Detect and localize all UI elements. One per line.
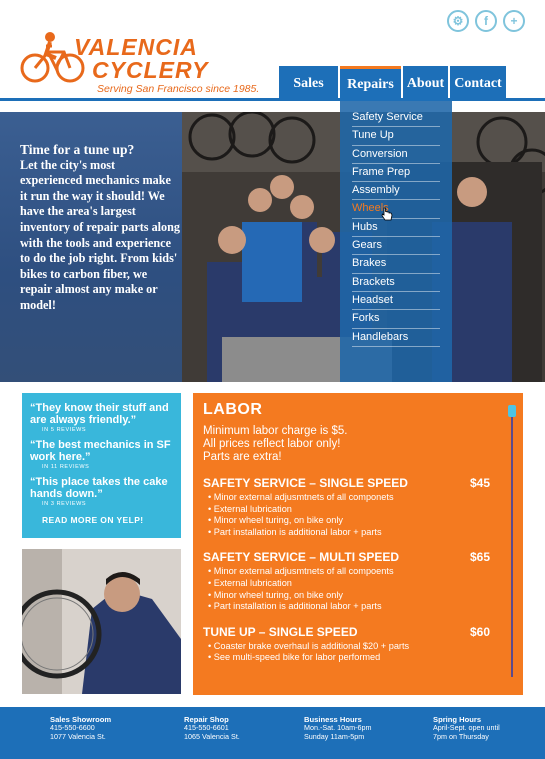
service-name: SAFETY SERVICE – SINGLE SPEED — [203, 476, 408, 490]
dropdown-item-gears[interactable]: Gears — [352, 237, 440, 256]
review-item: “The best mechanics in SF work here.” IN… — [30, 439, 173, 470]
review-quote: “They know their stuff and are always fr… — [30, 402, 169, 426]
dropdown-item-safety-service[interactable]: Safety Service — [352, 109, 440, 128]
nav-tab-sales[interactable]: Sales — [279, 66, 338, 101]
service-price: $60 — [469, 624, 490, 639]
footer-business-hours: Business Hours Mon.-Sat. 10am-6pm Sunday… — [304, 715, 372, 741]
dropdown-item-tune-up[interactable]: Tune Up — [352, 127, 440, 146]
service-item: SAFETY SERVICE – SINGLE SPEED $45 Minor … — [203, 476, 513, 538]
labor-title: LABOR — [203, 401, 263, 418]
service-detail: Coaster brake overhaul is additional $20… — [203, 641, 513, 653]
review-item: “They know their stuff and are always fr… — [30, 402, 173, 433]
dropdown-item-conversion[interactable]: Conversion — [352, 146, 440, 164]
hero-copy: Time for a tune up? Let the city's most … — [20, 142, 180, 314]
dropdown-item-brakes[interactable]: Brakes — [352, 255, 440, 274]
nav-tab-repairs[interactable]: Repairs — [340, 66, 401, 101]
service-item: TUNE UP – SINGLE SPEED $60 Coaster brake… — [203, 625, 513, 664]
footer-line: 1077 Valencia St. — [50, 731, 106, 741]
nav-tab-about[interactable]: About — [403, 66, 448, 101]
labor-scrollbar-thumb[interactable] — [508, 405, 516, 417]
facebook-icon[interactable]: f — [475, 10, 497, 32]
dropdown-item-brackets[interactable]: Brackets — [352, 274, 440, 292]
dropdown-item-hubs[interactable]: Hubs — [352, 219, 440, 238]
hero-body: Let the city's most experienced mechanic… — [20, 157, 181, 312]
service-item: SAFETY SERVICE – MULTI SPEED $65 Minor e… — [203, 550, 513, 612]
review-count: IN 5 REVIEWS — [42, 427, 87, 433]
nav-tab-contact[interactable]: Contact — [450, 66, 506, 101]
logo-tagline: Serving San Francisco since 1985. — [97, 83, 260, 95]
plus-icon[interactable]: + — [503, 10, 525, 32]
dropdown-item-assembly[interactable]: Assembly — [352, 182, 440, 201]
review-item: “This place takes the cake hands down.” … — [30, 476, 173, 507]
review-count: IN 11 REVIEWS — [42, 464, 90, 470]
service-detail: External lubrication — [203, 578, 513, 590]
footer-sales-showroom: Sales Showroom 415-550-6600 1077 Valenci… — [50, 715, 111, 741]
footer-repair-shop: Repair Shop 415-550-6601 1065 Valencia S… — [184, 715, 240, 741]
yelp-reviews-panel: “They know their stuff and are always fr… — [22, 393, 181, 538]
gear-icon[interactable]: ⚙ — [447, 10, 469, 32]
footer-line: 7pm on Thursday — [433, 731, 489, 741]
review-quote: “The best mechanics in SF work here.” — [30, 439, 171, 463]
dropdown-item-forks[interactable]: Forks — [352, 310, 440, 329]
service-name: TUNE UP – SINGLE SPEED — [203, 624, 358, 639]
labor-pricing-panel: LABOR Minimum labor charge is $5. All pr… — [193, 393, 523, 695]
service-detail: Minor external adjusmtnets of all compoe… — [203, 566, 513, 578]
header-divider — [0, 98, 545, 101]
footer-spring-hours: Spring Hours April-Sept. open until 7pm … — [433, 715, 500, 741]
service-price: $45 — [469, 476, 490, 490]
review-count: IN 3 REVIEWS — [42, 501, 87, 507]
labor-intro-line: All prices reflect labor only! — [203, 438, 341, 450]
logo-name-line2: CYCLERY — [92, 57, 209, 83]
dropdown-item-handlebars[interactable]: Handlebars — [352, 329, 440, 347]
service-detail: Minor wheel turing, on bike only — [203, 515, 513, 527]
labor-intro-line: Minimum labor charge is $5. — [203, 425, 348, 437]
labor-intro: Minimum labor charge is $5. All prices r… — [203, 425, 513, 464]
service-detail: Part installation is additional labor + … — [203, 527, 513, 539]
service-detail: Minor external adjusmtnets of all compon… — [203, 492, 513, 504]
mechanic-photo — [22, 549, 181, 694]
dropdown-item-headset[interactable]: Headset — [352, 292, 440, 311]
footer-line: Sunday 11am-5pm — [304, 731, 365, 741]
service-price: $65 — [469, 550, 490, 565]
review-quote: “This place takes the cake hands down.” — [30, 476, 168, 500]
hand-cursor-icon — [381, 207, 393, 221]
service-detail: Minor wheel turing, on bike only — [203, 590, 513, 602]
labor-intro-line: Parts are extra! — [203, 451, 282, 463]
social-links: ⚙ f + — [447, 10, 525, 32]
repairs-dropdown-menu: Safety Service Tune Up Conversion Frame … — [340, 101, 452, 382]
service-detail: Part installation is additional labor + … — [203, 601, 513, 613]
site-logo[interactable]: VALENCIA CYCLERY Serving San Francisco s… — [20, 30, 270, 100]
site-footer: Sales Showroom 415-550-6600 1077 Valenci… — [0, 707, 545, 759]
service-detail: External lubrication — [203, 504, 513, 516]
read-more-yelp-link[interactable]: READ MORE ON YELP! — [42, 515, 173, 525]
hero-banner: Time for a tune up? Let the city's most … — [0, 112, 545, 382]
dropdown-item-frame-prep[interactable]: Frame Prep — [352, 164, 440, 183]
footer-line: 1065 Valencia St. — [184, 731, 240, 741]
dropdown-item-wheels[interactable]: Wheels — [352, 200, 440, 219]
service-name: SAFETY SERVICE – MULTI SPEED — [203, 550, 400, 565]
main-nav: Sales Repairs About Contact — [279, 66, 506, 101]
hero-lead: Time for a tune up? — [20, 142, 135, 157]
service-detail: See multi-speed bike for labor performed — [203, 652, 513, 664]
labor-scrollbar-track[interactable] — [511, 407, 513, 677]
